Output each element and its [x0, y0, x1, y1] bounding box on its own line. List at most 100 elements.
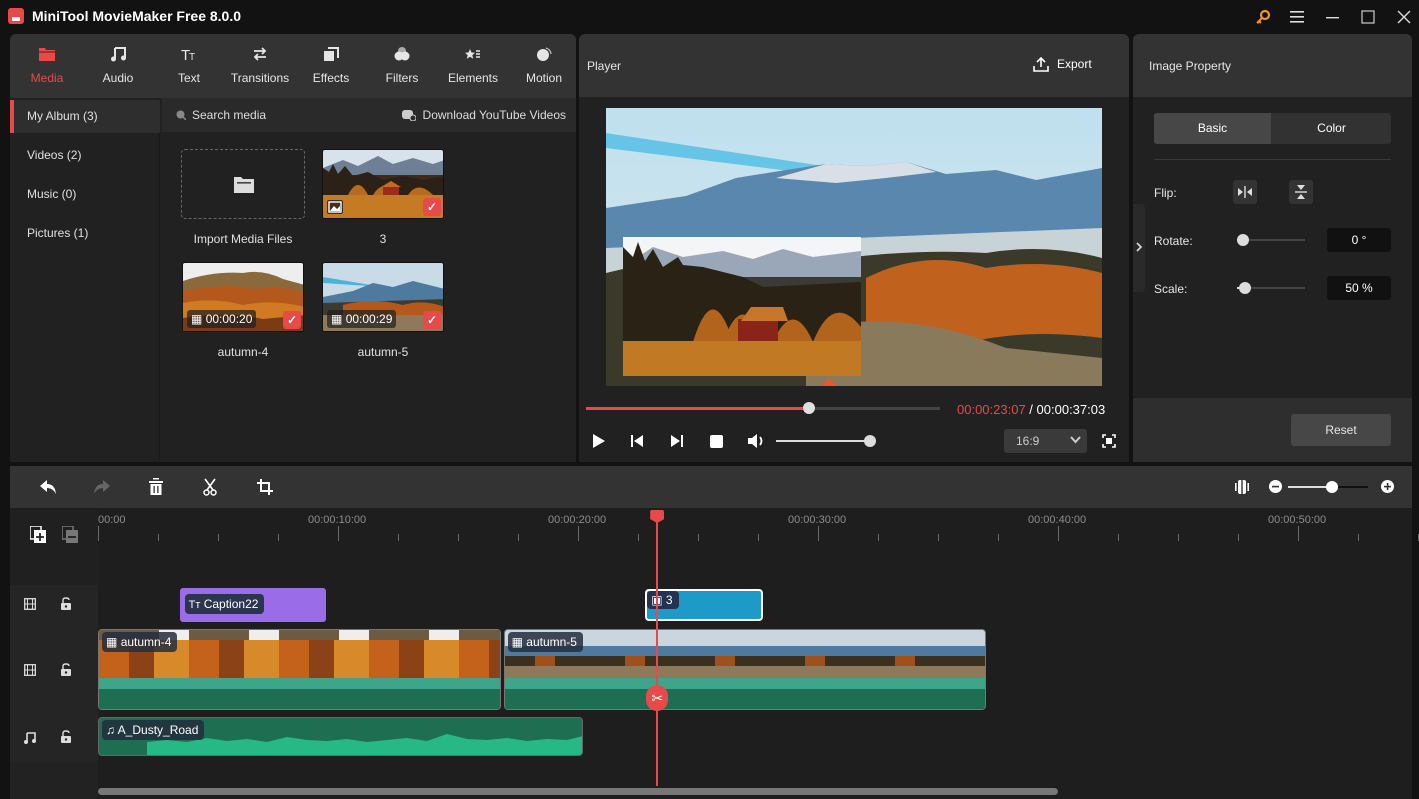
playback-progress-bar[interactable]	[586, 402, 940, 414]
property-tabs: Basic Color	[1154, 113, 1391, 144]
delete-button[interactable]	[149, 478, 163, 495]
key-icon[interactable]	[1252, 6, 1274, 28]
crop-icon	[257, 479, 273, 495]
total-time: 00:00:37:03	[1036, 402, 1106, 417]
album-item-music[interactable]: Music (0)	[10, 178, 160, 211]
playhead[interactable]: ✂	[646, 510, 669, 786]
timeline-zoom-slider[interactable]	[1288, 481, 1368, 493]
nav-tab-motion[interactable]: Motion	[509, 34, 576, 98]
fit-timeline-button[interactable]	[1235, 479, 1249, 495]
zoom-handle[interactable]	[1326, 481, 1338, 493]
nav-label: Audio	[102, 71, 134, 85]
time-readout: 00:00:23:07 / 00:00:37:03	[957, 402, 1105, 417]
crop-button[interactable]	[257, 479, 273, 495]
scale-slider[interactable]	[1237, 282, 1305, 294]
tab-color[interactable]: Color	[1272, 113, 1391, 144]
current-time: 00:00:23:07	[957, 402, 1026, 417]
lock-track-button[interactable]	[61, 597, 71, 610]
tab-basic[interactable]: Basic	[1154, 113, 1271, 144]
close-icon[interactable]	[1393, 6, 1415, 28]
nav-tab-transitions[interactable]: Transitions	[225, 34, 295, 98]
ruler-label: 00:00:40:00	[1028, 514, 1087, 526]
menu-icon[interactable]	[1286, 6, 1308, 28]
play-button[interactable]	[592, 433, 606, 449]
download-youtube-button[interactable]: Download YouTube Videos	[401, 98, 566, 132]
overlay-image-3[interactable]	[623, 237, 861, 376]
ruler-tick	[278, 534, 279, 541]
next-frame-button[interactable]	[670, 434, 684, 448]
minimize-icon[interactable]	[1322, 6, 1344, 28]
aspect-ratio-select[interactable]: 16:9	[1004, 429, 1087, 453]
album-item-my-album[interactable]: My Album (3)	[10, 100, 160, 133]
search-media-input[interactable]: Search media	[176, 98, 266, 132]
chevron-right-icon	[1136, 242, 1143, 252]
nav-tab-elements[interactable]: Elements	[438, 34, 508, 98]
scale-handle[interactable]	[1239, 282, 1252, 294]
flip-horizontal-button[interactable]	[1233, 180, 1257, 204]
nav-tab-audio[interactable]: Audio	[83, 34, 153, 98]
remove-track-button[interactable]	[62, 526, 78, 543]
reset-button[interactable]: Reset	[1291, 414, 1391, 446]
timeline-ruler[interactable]: 00:00 00:00:10:00 00:00:20:00 00:00:30:0…	[98, 510, 1419, 545]
import-media-button[interactable]	[181, 149, 305, 219]
previous-frame-button[interactable]	[630, 434, 644, 448]
video-clip-autumn-4[interactable]: ▦ autumn-4	[98, 629, 502, 710]
nav-tab-media[interactable]: Media	[12, 34, 82, 98]
music-icon	[24, 731, 36, 744]
player-title: Player	[587, 59, 622, 73]
split-at-playhead-button[interactable]: ✂	[646, 685, 669, 711]
maximize-icon[interactable]	[1357, 6, 1379, 28]
media-thumb-3[interactable]: ✓	[322, 149, 444, 219]
selected-check-icon[interactable]: ✓	[283, 311, 301, 329]
clip-label: 3	[665, 593, 673, 607]
add-track-icon	[30, 526, 46, 543]
collapse-panel-handle[interactable]	[1133, 204, 1145, 292]
ruler-tick	[938, 534, 939, 541]
clip-label: A_Dusty_Road	[117, 723, 199, 737]
stop-button[interactable]	[710, 435, 723, 448]
image-clip-3[interactable]: ▣ 3	[645, 589, 763, 621]
audio-clip-a-dusty-road[interactable]: ♫ A_Dusty_Road	[98, 717, 583, 756]
flip-vertical-button[interactable]	[1289, 180, 1313, 204]
volume-handle[interactable]	[864, 435, 876, 447]
transitions-icon	[252, 46, 268, 62]
media-thumb-autumn-5[interactable]: ▦ 00:00:29 ✓	[322, 262, 444, 332]
split-button[interactable]	[203, 478, 217, 496]
nav-tab-effects[interactable]: Effects	[296, 34, 366, 98]
rotate-value-input[interactable]: 0 °	[1327, 228, 1391, 252]
undo-button[interactable]	[39, 479, 57, 495]
lock-track-button[interactable]	[61, 730, 71, 743]
lock-track-button[interactable]	[61, 663, 71, 676]
film-icon: ▦	[331, 312, 343, 326]
video-preview[interactable]	[606, 108, 1102, 386]
album-list: My Album (3) Videos (2) Music (0) Pictur…	[10, 98, 160, 462]
album-item-pictures[interactable]: Pictures (1)	[10, 217, 160, 250]
redo-button[interactable]	[93, 479, 111, 495]
ruler-tick	[338, 526, 339, 541]
album-item-videos[interactable]: Videos (2)	[10, 139, 160, 172]
skip-forward-icon	[671, 435, 683, 447]
scale-value-input[interactable]: 50 %	[1327, 276, 1391, 300]
ruler-label: 00:00:50:00	[1268, 514, 1327, 526]
progress-handle[interactable]	[803, 402, 816, 414]
caption-clip[interactable]: Tт Caption22	[179, 588, 326, 622]
rotate-slider[interactable]	[1237, 234, 1305, 246]
selected-check-icon[interactable]: ✓	[423, 198, 441, 216]
export-button[interactable]: Export	[1033, 56, 1092, 72]
nav-tab-filters[interactable]: Filters	[367, 34, 437, 98]
zoom-in-icon	[1381, 480, 1394, 493]
volume-slider[interactable]	[776, 435, 876, 447]
selected-check-icon[interactable]: ✓	[423, 311, 441, 329]
fullscreen-button[interactable]	[1102, 434, 1116, 448]
video-clip-autumn-5[interactable]: ▦ autumn-5	[503, 629, 986, 710]
remove-track-icon	[62, 526, 78, 543]
flip-horizontal-icon	[1238, 186, 1252, 198]
timeline-scrollbar[interactable]	[98, 788, 1058, 795]
zoom-in-button[interactable]	[1381, 480, 1394, 493]
nav-tab-text[interactable]: TT Text	[154, 34, 224, 98]
zoom-out-button[interactable]	[1269, 480, 1282, 493]
rotate-handle[interactable]	[1237, 234, 1249, 246]
add-track-button[interactable]	[30, 526, 46, 543]
media-thumb-autumn-4[interactable]: ▦ 00:00:20 ✓	[182, 262, 304, 332]
volume-button[interactable]	[748, 434, 766, 448]
